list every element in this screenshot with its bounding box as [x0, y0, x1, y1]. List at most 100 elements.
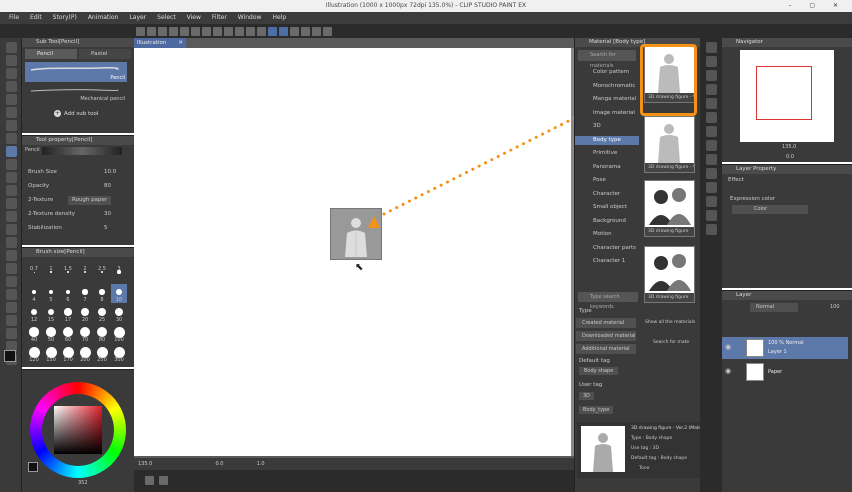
panel-toggle-icon[interactable] [706, 112, 717, 123]
new-icon[interactable] [136, 27, 145, 36]
main-color-swatch[interactable] [4, 350, 16, 362]
pencil-tool-icon[interactable] [6, 146, 17, 157]
brush-size-cell[interactable]: 120 [26, 344, 42, 363]
brush-size-cell[interactable]: 7 [77, 284, 93, 303]
brush-size-cell[interactable]: 4 [26, 284, 42, 303]
balloon-tool-icon[interactable] [6, 276, 17, 287]
brush-size-cell[interactable]: 17 [60, 304, 76, 323]
correct-tool-icon[interactable] [6, 289, 17, 300]
search-for-materials[interactable]: Search for mate [653, 340, 689, 345]
material-tree-item[interactable]: Small object [575, 203, 639, 212]
material-tree-item[interactable]: Character 1 [575, 257, 639, 266]
gradient-tool-icon[interactable] [6, 224, 17, 235]
material-tree-item[interactable]: 3D [575, 122, 639, 131]
menu-file[interactable]: File [9, 14, 19, 21]
brush-size-cell[interactable]: 300 [111, 344, 127, 363]
text-icon[interactable] [159, 476, 168, 485]
menu-edit[interactable]: Edit [30, 14, 42, 21]
brush-size-cell[interactable]: 80 [94, 324, 110, 343]
tab-pastel[interactable]: Pastel [79, 49, 131, 59]
snap-grid-icon[interactable] [279, 27, 288, 36]
eyedropper-tool-icon[interactable] [6, 120, 17, 131]
frame-tool-icon[interactable] [6, 237, 17, 248]
panel-toggle-icon[interactable] [706, 126, 717, 137]
brush-size-cell[interactable]: 3 [111, 264, 127, 283]
panel-toggle-icon[interactable] [706, 182, 717, 193]
type-item[interactable]: Downloaded material [576, 331, 636, 341]
layer-opacity[interactable]: 100 [830, 304, 840, 310]
brush-size-cell[interactable]: 170 [60, 344, 76, 363]
snap-special-icon[interactable] [290, 27, 299, 36]
brush-size-cell[interactable]: 20 [77, 304, 93, 323]
lasso-tool-icon[interactable] [6, 107, 17, 118]
saturation-value-square[interactable] [54, 406, 102, 454]
property-value[interactable]: 10.0 [100, 168, 120, 177]
blend-mode-select[interactable]: Normal [750, 303, 798, 312]
select-tool-icon[interactable] [6, 94, 17, 105]
eraser-tool-icon[interactable] [6, 198, 17, 209]
panel-toggle-icon[interactable] [706, 56, 717, 67]
add-sub-tool-button[interactable]: + Add sub tool [54, 110, 98, 117]
tab-pencil[interactable]: Pencil [25, 49, 77, 59]
transform-icon[interactable] [213, 27, 222, 36]
snap-ruler-icon[interactable] [268, 27, 277, 36]
subtool-pencil[interactable]: Pencil [25, 62, 127, 82]
brush-size-cell[interactable]: 40 [26, 324, 42, 343]
doc-tab[interactable]: Illustration ✕ [134, 38, 186, 48]
clear-icon[interactable] [191, 27, 200, 36]
material-tree-item[interactable]: Background [575, 217, 639, 226]
material-tree-item[interactable]: Pose [575, 176, 639, 185]
viewport-frame[interactable] [756, 66, 812, 120]
panel-toggle-icon[interactable] [706, 224, 717, 235]
crop-icon[interactable] [257, 27, 266, 36]
type-item[interactable]: Additional material [576, 344, 636, 354]
material-tree-item[interactable]: Color pattern [575, 68, 639, 77]
material-tree-item[interactable]: Monochromatic [575, 82, 639, 91]
layer-row[interactable]: ◉ 100 % Normal Layer 1 [722, 337, 848, 359]
pen-tool-icon[interactable] [6, 133, 17, 144]
brush-size-cell[interactable]: 70 [77, 324, 93, 343]
panel-toggle-icon[interactable] [706, 42, 717, 53]
invert-icon[interactable] [246, 27, 255, 36]
layer-row[interactable]: ◉ Paper [722, 361, 848, 383]
material-tree-item[interactable]: Character [575, 190, 639, 199]
brush-size-cell[interactable]: 2.5 [94, 264, 110, 283]
menu-select[interactable]: Select [157, 14, 176, 21]
move-layer-tool-icon[interactable] [6, 328, 17, 339]
save-icon[interactable] [158, 27, 167, 36]
brush-size-cell[interactable]: 15 [43, 304, 59, 323]
menu-layer[interactable]: Layer [129, 14, 146, 21]
material-tree-item[interactable]: Character parts [575, 244, 639, 253]
airbrush-tool-icon[interactable] [6, 172, 17, 183]
decoration-tool-icon[interactable] [6, 185, 17, 196]
stroke-icon[interactable] [312, 27, 321, 36]
hand-tool-icon[interactable] [6, 68, 17, 79]
material-thumbnail[interactable]: 3D drawing figure [644, 180, 695, 237]
material-tree-item[interactable]: Primitive [575, 149, 639, 158]
fill-icon[interactable] [202, 27, 211, 36]
brush-size-cell[interactable]: 250 [94, 344, 110, 363]
menu-animation[interactable]: Animation [88, 14, 119, 21]
material-search-input[interactable]: Search for materials [578, 50, 636, 69]
deselect-icon[interactable] [235, 27, 244, 36]
panel-toggle-icon[interactable] [706, 70, 717, 81]
menu-storyp[interactable]: Story(P) [53, 14, 77, 21]
menu-window[interactable]: Window [238, 14, 262, 21]
operation-tool-icon[interactable] [6, 315, 17, 326]
text-tool-icon[interactable] [6, 263, 17, 274]
navigator-preview[interactable] [740, 50, 834, 142]
menu-help[interactable]: Help [272, 14, 286, 21]
undo-icon[interactable] [169, 27, 178, 36]
zoom-tool-icon[interactable] [6, 42, 17, 53]
property-value[interactable]: 5 [100, 224, 112, 233]
subtool-mechanical-pencil[interactable]: Mechanical pencil [25, 83, 127, 103]
property-value[interactable]: 80 [100, 182, 115, 191]
figure-tool-icon[interactable] [6, 302, 17, 313]
material-thumbnail[interactable]: 3D drawing figure - Ver.2 [644, 116, 695, 173]
eye-icon[interactable]: ◉ [725, 367, 731, 375]
menu-view[interactable]: View [187, 14, 201, 21]
material-tree-item[interactable]: Image material [575, 109, 639, 118]
select-icon[interactable] [224, 27, 233, 36]
panel-toggle-icon[interactable] [706, 84, 717, 95]
brush-size-cell[interactable]: 100 [111, 324, 127, 343]
